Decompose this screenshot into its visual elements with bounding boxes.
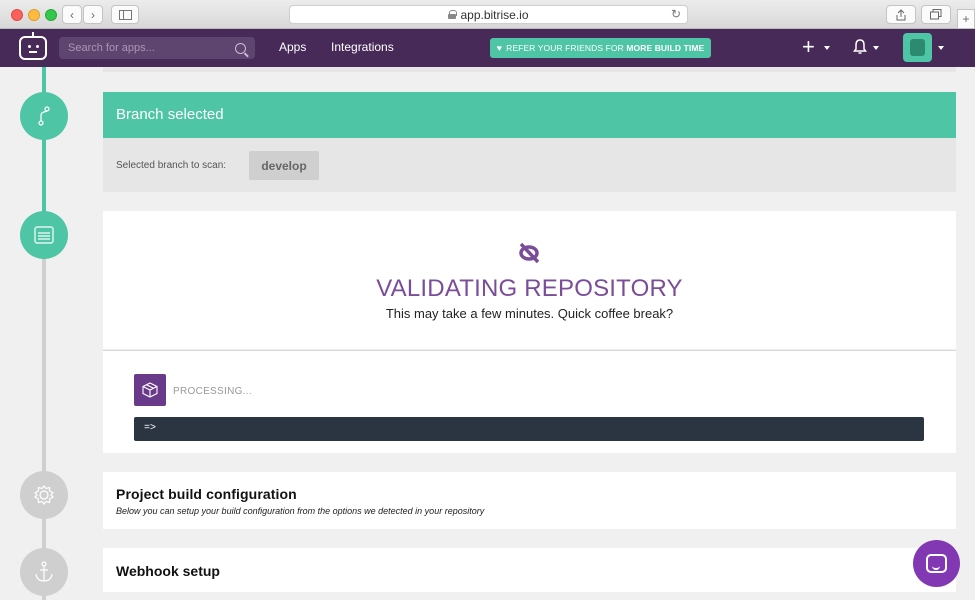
build-config-card[interactable]: Project build configuration Below you ca… [103, 472, 956, 529]
chat-icon [926, 554, 947, 573]
previous-step-card [103, 67, 956, 72]
bell-icon [853, 39, 867, 54]
chevron-down-icon [823, 46, 830, 51]
repository-icon [34, 226, 54, 244]
webhook-setup-title: Webhook setup [116, 563, 220, 579]
logo-eye [36, 45, 39, 48]
nav-link-apps[interactable]: Apps [279, 40, 306, 54]
chat-support-button[interactable] [913, 540, 960, 587]
chevron-down-icon[interactable] [873, 46, 879, 50]
bitrise-logo-icon[interactable] [19, 32, 47, 60]
branch-card-header: Branch selected [103, 92, 956, 138]
logo-eye [28, 45, 31, 48]
timeline-progress-line [42, 67, 46, 227]
anchor-icon [35, 561, 53, 582]
refer-text-emph: MORE BUILD TIME [626, 43, 705, 53]
heart-icon: ♥ [496, 43, 503, 53]
selected-branch-badge: develop [249, 151, 319, 180]
validating-repository-card: VALIDATING REPOSITORY This may take a fe… [103, 211, 956, 349]
url-text: app.bitrise.io [460, 7, 529, 22]
branch-card-title: Branch selected [116, 106, 224, 123]
processing-status: PROCESSING... [173, 386, 252, 397]
step-build-config-circle [20, 471, 68, 519]
minimize-window-button[interactable] [28, 9, 40, 21]
validating-title: VALIDATING REPOSITORY [376, 275, 683, 302]
refer-friends-button[interactable]: ♥ REFER YOUR FRIENDS FOR MORE BUILD TIME [490, 38, 711, 58]
app-search[interactable] [59, 37, 255, 59]
close-window-button[interactable] [11, 9, 23, 21]
step-webhook-circle [20, 548, 68, 596]
build-config-subtitle: Below you can setup your build configura… [116, 506, 485, 516]
selected-branch-value: develop [261, 158, 307, 173]
processing-panel: PROCESSING... => [103, 350, 956, 453]
avatar[interactable] [903, 33, 932, 62]
timeline-pending-line [42, 227, 46, 600]
notifications-button[interactable] [853, 39, 867, 55]
unlinked-icon [519, 242, 540, 264]
forward-icon[interactable]: › [83, 5, 103, 24]
gear-icon [34, 485, 54, 505]
chevron-down-icon[interactable] [938, 46, 944, 50]
plus-icon: + [802, 34, 815, 59]
add-new-button[interactable]: + [802, 36, 830, 58]
logo-mouth [29, 51, 37, 53]
address-bar[interactable]: app.bitrise.io ↻ [289, 5, 688, 24]
back-icon[interactable]: ‹ [62, 5, 82, 24]
package-icon [134, 374, 166, 406]
avatar-face [910, 39, 925, 56]
browser-toolbar: ‹ › app.bitrise.io ↻ + [0, 0, 975, 29]
git-branch-icon [38, 106, 50, 126]
lock-icon [448, 10, 458, 19]
step-branch-circle [20, 92, 68, 140]
app-header: Apps Integrations ♥ REFER YOUR FRIENDS F… [0, 29, 975, 67]
build-config-title: Project build configuration [116, 486, 297, 502]
console-output: => [134, 417, 924, 441]
webhook-setup-card[interactable]: Webhook setup [103, 548, 956, 592]
maximize-window-button[interactable] [45, 9, 57, 21]
search-input[interactable] [68, 42, 235, 54]
search-icon[interactable] [235, 42, 246, 54]
refer-text: REFER YOUR FRIENDS FOR [506, 43, 627, 53]
step-validation-circle [20, 211, 68, 259]
reload-icon[interactable]: ↻ [671, 7, 681, 21]
tabs-overview-icon[interactable] [921, 5, 951, 24]
nav-link-integrations[interactable]: Integrations [331, 40, 394, 54]
sidebar-toggle-icon[interactable] [111, 5, 139, 24]
selected-branch-label: Selected branch to scan: [116, 160, 227, 171]
branch-card-body: Selected branch to scan: develop [103, 138, 956, 192]
new-tab-icon[interactable]: + [957, 9, 975, 29]
share-icon[interactable] [886, 5, 916, 24]
validating-subtitle: This may take a few minutes. Quick coffe… [385, 306, 674, 321]
